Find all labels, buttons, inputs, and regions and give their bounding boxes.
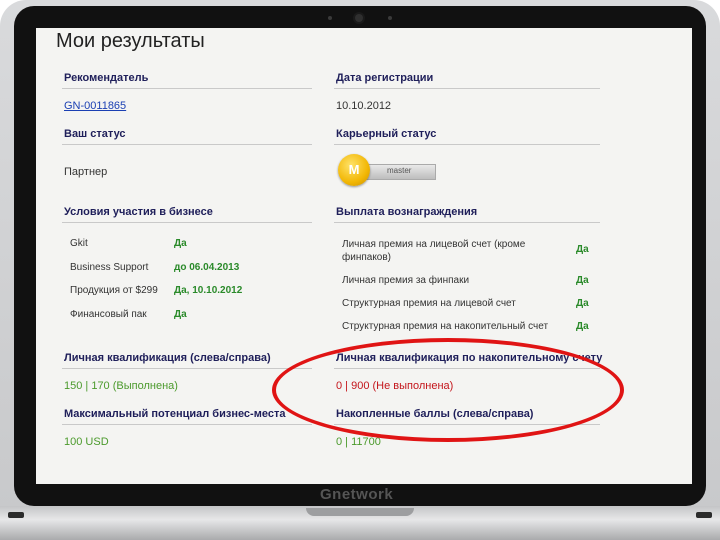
condition-name: Business Support	[70, 262, 149, 273]
condition-value: Да	[174, 238, 187, 249]
career-label: Карьерный статус	[336, 128, 437, 140]
personal-qual-text: 150 | 170 (Выполнена)	[64, 380, 178, 392]
status-value: Партнер	[64, 166, 108, 178]
condition-value: Да, 10.10.2012	[174, 285, 243, 296]
accum-points-value: 0 | 11700	[336, 436, 381, 448]
recommender-link[interactable]: GN-0011865	[64, 100, 126, 112]
highlight-ellipse	[272, 338, 624, 442]
payment-value: Да	[576, 244, 589, 255]
personal-qual-value: 150 | 170 (Выполнена)	[64, 380, 178, 392]
payment-name: Личная премия на лицевой счет (кроме фин…	[342, 239, 526, 263]
personal-qual-label: Личная квалификация (слева/справа)	[64, 352, 271, 364]
divider	[62, 368, 312, 369]
laptop-foot	[696, 512, 712, 518]
career-status-badge: master M	[338, 154, 436, 188]
laptop-notch	[306, 508, 414, 516]
career-medal-icon: M	[338, 154, 370, 186]
payment-value: Да	[576, 275, 589, 286]
screen: Мои результаты Рекомендатель GN-0011865 …	[36, 28, 692, 484]
camera-icon	[355, 14, 363, 22]
condition-name: Gkit	[70, 238, 88, 249]
payment-value: Да	[576, 321, 589, 332]
condition-value: до 06.04.2013	[174, 262, 240, 273]
status-label: Ваш статус	[64, 128, 126, 140]
payments-label: Выплата вознаграждения	[336, 206, 478, 218]
max-potential-label: Максимальный потенциал бизнес-места	[64, 408, 286, 420]
sensor-icon	[388, 16, 392, 20]
career-status-text: master	[387, 166, 412, 175]
divider	[62, 222, 312, 223]
divider	[62, 424, 312, 425]
brand-logo: Gnetwork	[320, 486, 394, 503]
sensor-icon	[328, 16, 332, 20]
divider	[62, 144, 312, 145]
payment-name: Структурная премия на накопительный счет	[342, 321, 549, 332]
payment-name: Структурная премия на лицевой счет	[342, 298, 516, 309]
condition-name: Финансовый пак	[70, 309, 147, 320]
divider	[334, 222, 600, 223]
recommender-label: Рекомендатель	[64, 72, 149, 84]
condition-name: Продукция от $299	[70, 285, 158, 296]
page-title: Мои результаты	[56, 30, 205, 52]
divider	[334, 144, 600, 145]
payment-value: Да	[576, 298, 589, 309]
reg-date-value: 10.10.2012	[336, 100, 392, 112]
condition-value: Да	[174, 309, 187, 320]
laptop-foot	[8, 512, 24, 518]
conditions-label: Условия участия в бизнесе	[64, 206, 213, 218]
divider	[334, 88, 600, 89]
divider	[62, 88, 312, 89]
max-potential-value: 100 USD	[64, 436, 109, 448]
reg-date-label: Дата регистрации	[336, 72, 434, 84]
payment-name: Личная премия за финпаки	[342, 275, 470, 286]
